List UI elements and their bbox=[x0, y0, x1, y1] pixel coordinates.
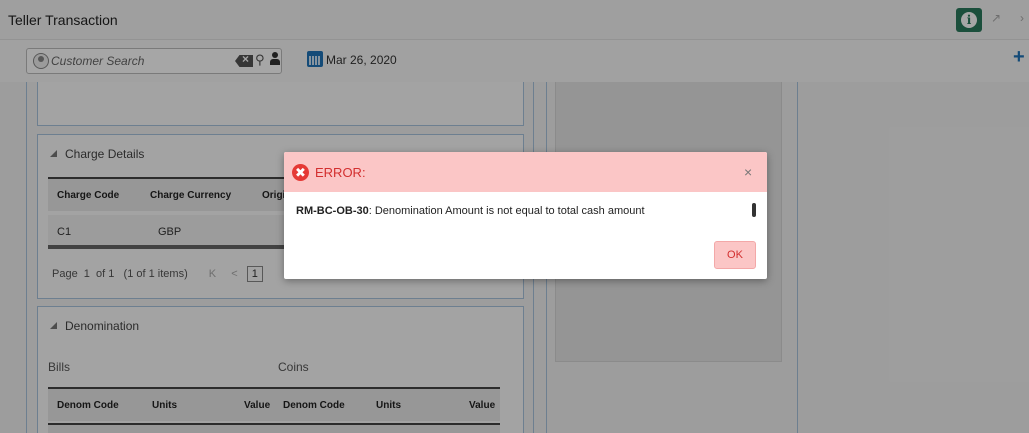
close-icon[interactable]: × bbox=[744, 164, 752, 180]
error-dialog-title: ERROR: bbox=[315, 165, 366, 180]
error-message: RM-BC-OB-30: Denomination Amount is not … bbox=[296, 205, 645, 217]
ok-button[interactable]: OK bbox=[714, 241, 756, 269]
error-dialog-header: ✖ ERROR: × bbox=[284, 152, 767, 192]
error-text: : Denomination Amount is not equal to to… bbox=[368, 205, 645, 217]
error-dialog: ✖ ERROR: × RM-BC-OB-30: Denomination Amo… bbox=[284, 152, 767, 279]
scrollbar-thumb[interactable] bbox=[752, 203, 756, 217]
error-code: RM-BC-OB-30 bbox=[296, 205, 369, 217]
error-icon: ✖ bbox=[292, 164, 309, 181]
